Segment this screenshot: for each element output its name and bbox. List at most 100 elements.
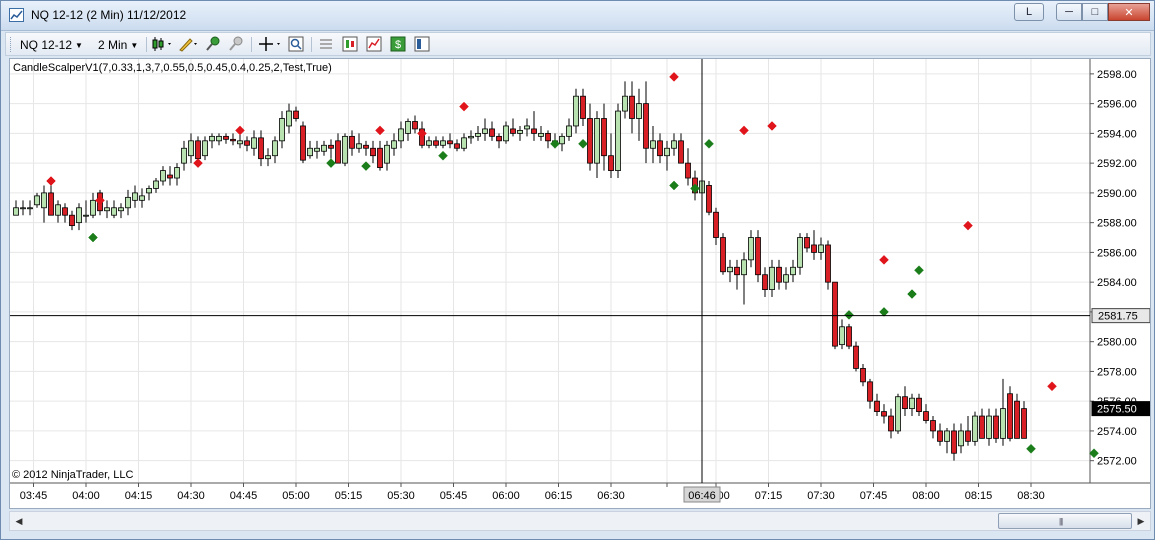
buy-signal-marker [669,180,679,191]
chart-panel[interactable]: 2572.002574.002576.002578.002580.002582.… [9,58,1151,509]
candle-down [69,214,75,227]
candle-up [748,237,754,261]
candle-down [811,244,817,253]
candle-up [132,192,138,201]
candle-up [265,155,271,160]
buy-signal-marker [1026,443,1036,454]
dollar-icon[interactable]: $ [390,36,406,52]
candle-up [986,415,992,439]
price-chart[interactable]: 2572.002574.002576.002578.002580.002582.… [10,59,1151,509]
candle-up [741,259,747,276]
maximize-button[interactable]: □ [1082,3,1108,21]
candle-down [601,118,607,157]
candle-up [153,180,159,189]
candle-up [83,214,89,217]
candle-down [979,415,985,439]
y-tick-label: 2574.00 [1097,426,1137,438]
candle-down [902,396,908,410]
candle-down [412,121,418,130]
candle-up [27,207,33,210]
x-tick-label: 08:00 [912,490,940,502]
candle-down [867,381,873,402]
candle-up [286,110,292,127]
candle-down [846,326,852,347]
toolbar-separator [311,37,312,52]
candle-down [447,140,453,145]
scroll-left-arrow-icon[interactable]: ◀ [12,514,26,528]
candle-up [237,140,243,145]
candle-up [111,207,117,216]
pin-icon[interactable] [205,36,221,52]
y-tick-label: 2596.00 [1097,99,1137,111]
candle-up [34,195,40,206]
candle-down [685,162,691,179]
candle-up [944,430,950,442]
candle-up [818,244,824,253]
crosshair-icon[interactable] [258,36,280,52]
candle-up [272,140,278,157]
candle-down [825,244,831,283]
candle-up [118,207,124,212]
buy-signal-marker [578,138,588,149]
zoom-icon[interactable] [288,36,304,52]
candlestick-style-icon[interactable] [152,36,171,52]
candle-down [349,135,355,149]
candle-up [307,147,313,157]
horizontal-scrollbar[interactable]: ◀ ||| ▶ [9,511,1151,531]
candle-up [475,132,481,137]
candle-up [160,170,166,182]
candle-down [335,140,341,164]
candle-down [860,368,866,383]
scroll-right-arrow-icon[interactable]: ▶ [1134,514,1148,528]
candle-up [538,132,544,137]
candle-up [209,135,215,142]
candle-down [62,207,68,216]
candle-up [76,207,82,224]
candle-down [762,274,768,290]
x-tick-label: 05:45 [440,490,468,502]
title-bar[interactable]: NQ 12-12 (2 Min) 11/12/2012 L ─ □ ✕ [1,1,1154,31]
candle-down [363,144,369,149]
sell-signal-marker [1047,381,1057,392]
candle-down [510,128,516,134]
y-tick-label: 2588.00 [1097,218,1137,230]
period-selector[interactable]: 2 Min ▼ [98,36,138,54]
candle-down [580,95,586,119]
candle-down [965,430,971,442]
candle-down [1007,393,1013,439]
chart-app-icon [9,8,24,22]
close-button[interactable]: ✕ [1108,3,1150,21]
caption-buttons: L ─ □ ✕ [1014,3,1150,21]
candle-up [13,207,19,216]
candle-up [671,140,677,149]
pencil-draw-icon[interactable] [178,36,197,52]
instrument-label: NQ 12-12 [20,38,73,52]
candle-up [90,199,96,216]
candle-up [321,144,327,152]
data-box-icon[interactable] [414,36,430,52]
minimize-button[interactable]: ─ [1056,3,1082,21]
candle-down [720,237,726,273]
x-tick-label: 05:15 [335,490,363,502]
instrument-selector[interactable]: NQ 12-12 ▼ [20,36,83,54]
link-button[interactable]: L [1014,3,1044,21]
hand-pan-icon[interactable] [228,36,244,52]
indicators-icon[interactable] [366,36,382,52]
scroll-thumb[interactable]: ||| [998,513,1132,529]
toolbar-grip[interactable] [10,37,13,52]
candle-up [174,167,180,179]
candle-up [314,147,320,152]
chart-trader-icon[interactable] [342,36,358,52]
chart-toolbar: NQ 12-12 ▼ 2 Min ▼ $ [5,32,1151,56]
candle-up [839,326,845,346]
text-list-icon[interactable] [318,36,334,52]
candle-up [909,397,915,410]
x-tick-label: 06:30 [597,490,625,502]
candle-up [594,118,600,164]
candle-down [496,135,502,142]
candle-up [398,128,404,142]
candle-up [958,430,964,447]
candle-down [832,281,838,347]
y-tick-label: 2598.00 [1097,69,1137,81]
candle-up [342,135,348,164]
